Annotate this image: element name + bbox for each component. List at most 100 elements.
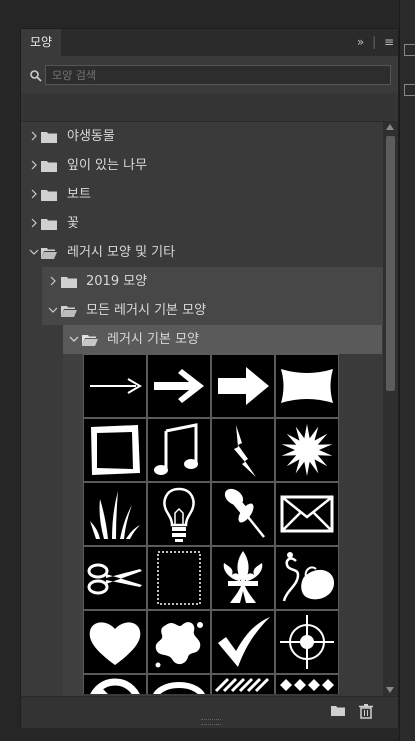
tree-item-trees[interactable]: 잎이 있는 나무 xyxy=(21,151,383,180)
splat-icon xyxy=(155,622,203,668)
grass-icon xyxy=(90,491,140,539)
tree-item-label: 2019 모양 xyxy=(86,274,148,289)
tree-item-flowers[interactable]: 꽃 xyxy=(21,209,383,238)
right-tool-strip xyxy=(399,0,415,741)
shape-frame-rough[interactable] xyxy=(84,419,146,481)
panel-menu-icon[interactable]: ≡ xyxy=(384,35,394,49)
tree-item-label: 야생동물 xyxy=(67,129,115,144)
folder-open-icon xyxy=(41,248,57,259)
chevron-down-icon[interactable] xyxy=(29,247,39,257)
shape-thumbnail-grid xyxy=(83,354,339,694)
shape-scissors[interactable] xyxy=(84,547,146,609)
folder-icon xyxy=(41,190,57,201)
checkmark-icon xyxy=(218,617,270,667)
chevron-right-icon[interactable] xyxy=(48,276,58,286)
shape-lightbulb[interactable] xyxy=(148,483,210,545)
chevron-right-icon[interactable] xyxy=(29,131,39,141)
music-notes-icon xyxy=(154,423,198,475)
ornament-leaf-icon xyxy=(282,552,334,602)
banner-icon xyxy=(281,369,333,403)
shape-grass[interactable] xyxy=(84,483,146,545)
tree-item-label: 보트 xyxy=(67,187,91,202)
scroll-down-icon[interactable] xyxy=(386,687,394,693)
arrow-bold-icon xyxy=(154,369,204,403)
folder-icon xyxy=(41,132,57,143)
shape-ornament-leaf[interactable] xyxy=(276,547,338,609)
search-icon xyxy=(30,70,42,82)
shape-splat[interactable] xyxy=(148,611,210,673)
trash-icon[interactable] xyxy=(358,703,374,719)
tree-item-legacy[interactable]: 레거시 모양 및 기타 xyxy=(21,238,383,267)
folder-open-icon xyxy=(82,335,98,346)
target-crosshair-icon xyxy=(280,615,334,669)
shape-lightning[interactable] xyxy=(212,419,274,481)
heart-icon xyxy=(89,622,141,665)
tree-item-legacy-default[interactable]: 레거시 기본 모양 xyxy=(63,325,382,354)
chevron-right-icon[interactable] xyxy=(29,189,39,199)
workspace-top-bar xyxy=(0,0,399,28)
resize-grip[interactable] xyxy=(201,719,221,725)
scroll-thumb[interactable] xyxy=(386,136,395,391)
folder-icon xyxy=(41,219,57,230)
scissors-icon xyxy=(87,563,142,595)
shape-stripes-pattern[interactable] xyxy=(212,675,274,694)
no-symbol-icon xyxy=(90,678,140,694)
shape-envelope[interactable] xyxy=(276,483,338,545)
shape-heart[interactable] xyxy=(84,611,146,673)
tree-item-label: 레거시 기본 모양 xyxy=(107,332,199,347)
panel-controls: » | ≡ xyxy=(353,29,394,56)
shape-checkmark[interactable] xyxy=(212,611,274,673)
shape-no-symbol[interactable] xyxy=(84,675,146,694)
fleur-de-lis-icon xyxy=(223,551,263,603)
arrow-thin-icon xyxy=(90,378,142,394)
chevron-right-icon[interactable] xyxy=(29,218,39,228)
starburst-icon xyxy=(281,424,333,476)
shape-fleur-de-lis[interactable] xyxy=(212,547,274,609)
list-scrollbar[interactable] xyxy=(383,122,398,697)
tree-item-label: 모든 레거시 기본 모양 xyxy=(86,303,207,318)
shape-target-crosshair[interactable] xyxy=(276,611,338,673)
diamond-pattern-icon xyxy=(280,679,334,691)
shape-speech-bubble[interactable] xyxy=(148,675,210,694)
arrow-block-icon xyxy=(218,367,269,405)
shape-banner[interactable] xyxy=(276,355,338,417)
shape-music-notes[interactable] xyxy=(148,419,210,481)
tree-item-boats[interactable]: 보트 xyxy=(21,180,383,209)
chevron-down-icon[interactable] xyxy=(48,305,58,315)
frame-rough-icon xyxy=(91,425,140,475)
scroll-up-icon[interactable] xyxy=(386,124,394,130)
shape-arrow-bold[interactable] xyxy=(148,355,210,417)
tool-icon[interactable] xyxy=(404,44,415,56)
panel-divider xyxy=(21,93,398,122)
postage-stamp-icon xyxy=(157,551,201,605)
envelope-icon xyxy=(280,495,334,533)
lightning-icon xyxy=(234,425,256,477)
tool-icon-2[interactable] xyxy=(404,84,415,96)
shape-diamond-pattern[interactable] xyxy=(276,675,338,694)
shape-postage-stamp[interactable] xyxy=(148,547,210,609)
panel-tabbar: 모양 » | ≡ xyxy=(21,29,398,56)
stripes-pattern-icon xyxy=(214,677,270,693)
tree-indent-band xyxy=(63,354,83,697)
shape-arrow-thin[interactable] xyxy=(84,355,146,417)
tab-shapes[interactable]: 모양 xyxy=(21,29,61,56)
collapse-panel-icon[interactable]: » xyxy=(357,35,364,49)
tree-item-all-legacy[interactable]: 모든 레거시 기본 모양 xyxy=(42,296,383,325)
pushpin-icon xyxy=(224,488,265,538)
tree-item-2019[interactable]: 2019 모양 xyxy=(42,267,383,296)
folder-icon[interactable] xyxy=(330,703,346,719)
search-bar xyxy=(29,65,391,87)
tree-item-label: 레거시 모양 및 기타 xyxy=(67,245,176,260)
tree-item-wildlife[interactable]: 야생동물 xyxy=(21,122,383,151)
shape-pushpin[interactable] xyxy=(212,483,274,545)
tab-separator: | xyxy=(372,35,377,49)
folder-icon xyxy=(61,277,77,288)
folder-icon xyxy=(41,161,57,172)
search-input[interactable] xyxy=(45,65,391,85)
shape-arrow-block[interactable] xyxy=(212,355,274,417)
chevron-down-icon[interactable] xyxy=(69,334,79,344)
lightbulb-icon xyxy=(163,487,195,542)
shape-starburst[interactable] xyxy=(276,419,338,481)
shapes-panel: 모양 » | ≡ 야생동물 잎이 있는 나무 보트 xyxy=(20,28,399,728)
chevron-right-icon[interactable] xyxy=(29,160,39,170)
